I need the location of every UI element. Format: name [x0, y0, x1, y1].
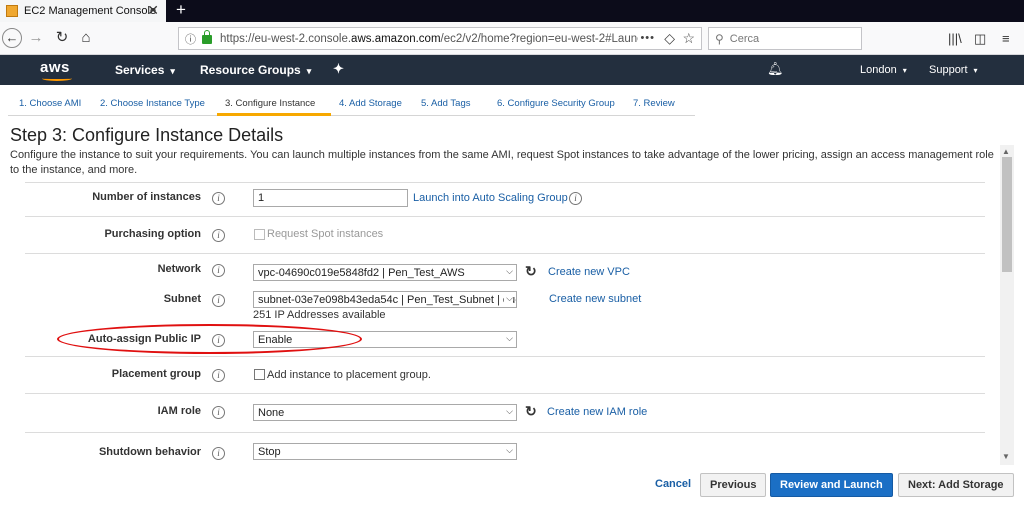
number-of-instances-label: Number of instances: [92, 191, 201, 203]
chevron-down-icon: ⌵: [506, 333, 513, 343]
row-divider: [25, 432, 985, 433]
info-icon[interactable]: i: [212, 294, 225, 307]
previous-button[interactable]: Previous: [700, 473, 767, 497]
aws-logo-smile-icon: [42, 76, 72, 81]
create-new-iam-role-link[interactable]: Create new IAM role: [547, 406, 647, 418]
add-to-placement-group-checkbox[interactable]: [254, 369, 265, 380]
browser-tab[interactable]: EC2 Management Console ✕: [0, 0, 166, 22]
refresh-icon[interactable]: ↻: [525, 263, 537, 280]
tab-title: EC2 Management Console: [24, 5, 157, 17]
region-menu[interactable]: London ▾: [860, 64, 907, 76]
browser-nav-bar: ← → ↻ ⌂ ⓘ https://eu-west-2.console.aws.…: [0, 22, 1024, 55]
create-new-vpc-link[interactable]: Create new VPC: [548, 266, 630, 278]
pocket-shield-icon[interactable]: ◇: [664, 30, 675, 47]
bookmark-star-icon[interactable]: ☆: [682, 30, 695, 47]
row-divider: [25, 356, 985, 357]
request-spot-instances-label: Request Spot instances: [267, 228, 384, 240]
browser-tab-bar: EC2 Management Console ✕ +: [0, 0, 1024, 22]
subnet-select[interactable]: subnet-03e7e098b43eda54c | Pen_Test_Subn…: [253, 291, 517, 308]
aws-header: aws Services ▾ Resource Groups ▾ ✦ 🔔︎ Lond…: [0, 55, 1024, 85]
back-arrow-icon[interactable]: ←: [2, 28, 22, 48]
chevron-down-icon: ▾: [306, 66, 312, 76]
forward-arrow-icon[interactable]: →: [26, 28, 46, 48]
hamburger-menu-icon[interactable]: ≡: [1002, 31, 1010, 46]
search-icon: ⚲: [715, 31, 724, 46]
step-add-storage[interactable]: 4. Add Storage: [331, 94, 413, 116]
subnet-label: Subnet: [163, 293, 201, 305]
support-menu[interactable]: Support ▾: [929, 64, 978, 76]
chevron-down-icon: ⌵: [506, 445, 513, 455]
chevron-down-icon: ⌵: [506, 406, 513, 416]
aws-logo[interactable]: aws: [40, 59, 70, 76]
row-divider: [25, 182, 985, 183]
search-placeholder: Cerca: [729, 32, 760, 45]
add-to-placement-group-label: Add instance to placement group.: [267, 369, 431, 381]
step-choose-instance-type[interactable]: 2. Choose Instance Type: [90, 94, 217, 116]
lock-icon: [202, 30, 212, 44]
review-and-launch-button[interactable]: Review and Launch: [770, 473, 893, 497]
home-icon[interactable]: ⌂: [76, 28, 96, 48]
info-icon[interactable]: i: [212, 229, 225, 242]
library-icon[interactable]: |||\: [948, 31, 962, 46]
sidebar-icon[interactable]: ◫: [974, 31, 986, 47]
chevron-down-icon: ▾: [973, 66, 978, 75]
page-actions-menu-icon[interactable]: •••: [640, 32, 655, 44]
resource-groups-menu[interactable]: Resource Groups ▾: [200, 63, 311, 77]
search-input[interactable]: ⚲ Cerca: [708, 27, 862, 50]
info-icon[interactable]: i: [212, 192, 225, 205]
request-spot-instances-checkbox[interactable]: [254, 229, 265, 240]
next-add-storage-button[interactable]: Next: Add Storage: [898, 473, 1014, 497]
info-icon[interactable]: i: [212, 406, 225, 419]
row-divider: [25, 216, 985, 217]
refresh-icon[interactable]: ↻: [525, 403, 537, 420]
info-icon[interactable]: i: [569, 192, 582, 205]
scroll-up-arrow-icon[interactable]: ▲: [1002, 147, 1010, 156]
url-text: https://eu-west-2.console.aws.amazon.com…: [220, 32, 638, 45]
page-description: Configure the instance to suit your requ…: [10, 149, 994, 176]
page-title: Step 3: Configure Instance Details: [10, 125, 284, 145]
services-menu[interactable]: Services ▾: [115, 63, 175, 77]
placement-group-label: Placement group: [111, 368, 201, 380]
shutdown-behavior-select[interactable]: Stop ⌵: [253, 443, 517, 460]
step-review[interactable]: 7. Review: [625, 94, 695, 116]
site-info-icon[interactable]: ⓘ: [185, 31, 196, 47]
network-label: Network: [157, 263, 201, 275]
shutdown-behavior-label: Shutdown behavior: [98, 446, 201, 458]
iam-role-select[interactable]: None ⌵: [253, 404, 517, 421]
pin-icon[interactable]: ✦: [333, 61, 344, 77]
chevron-down-icon: ⌵: [504, 293, 513, 304]
scrollbar-thumb[interactable]: [1002, 157, 1012, 272]
red-highlight-ellipse: [57, 324, 362, 354]
create-new-subnet-link[interactable]: Create new subnet: [549, 293, 641, 305]
number-of-instances-input[interactable]: 1: [253, 189, 408, 207]
address-bar[interactable]: ⓘ https://eu-west-2.console.aws.amazon.c…: [178, 27, 702, 50]
launch-into-auto-scaling-group-link[interactable]: Launch into Auto Scaling Group: [413, 192, 568, 204]
bell-icon[interactable]: 🔔︎: [767, 61, 784, 77]
chevron-down-icon: ▾: [170, 66, 175, 76]
step-configure-instance[interactable]: 3. Configure Instance: [217, 94, 331, 116]
info-icon[interactable]: i: [212, 447, 225, 460]
chevron-down-icon: ⌵: [506, 266, 513, 276]
cancel-button[interactable]: Cancel: [646, 473, 700, 497]
row-divider: [25, 253, 985, 254]
reload-icon[interactable]: ↻: [52, 28, 72, 48]
info-icon[interactable]: i: [212, 264, 225, 277]
ip-addresses-available: 251 IP Addresses available: [253, 309, 386, 321]
step-add-tags[interactable]: 5. Add Tags: [413, 94, 489, 116]
iam-role-label: IAM role: [157, 405, 201, 417]
network-select[interactable]: vpc-04690c019e5848fd2 | Pen_Test_AWS ⌵: [253, 264, 517, 281]
step-choose-ami[interactable]: 1. Choose AMI: [8, 94, 90, 116]
close-tab-icon[interactable]: ✕: [147, 2, 159, 19]
step-configure-security-group[interactable]: 6. Configure Security Group: [489, 94, 625, 116]
purchasing-option-label: Purchasing option: [104, 228, 201, 240]
new-tab-button[interactable]: +: [172, 0, 190, 22]
scroll-down-arrow-icon[interactable]: ▼: [1002, 452, 1010, 461]
chevron-down-icon: ▾: [902, 66, 907, 75]
row-divider: [25, 393, 985, 394]
info-icon[interactable]: i: [212, 369, 225, 382]
aws-favicon-icon: [6, 5, 18, 17]
